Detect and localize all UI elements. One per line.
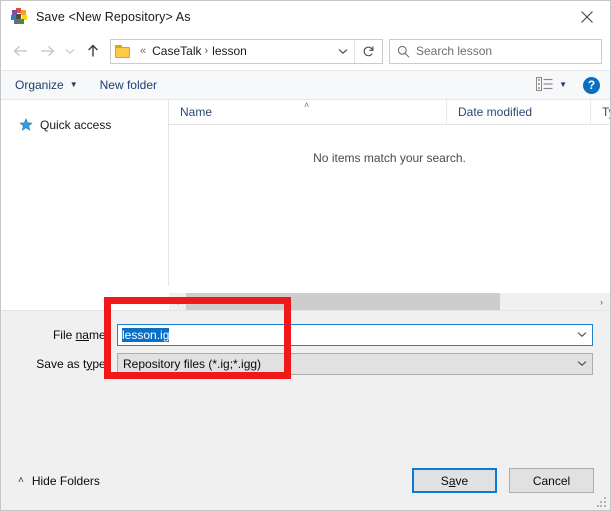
content-area: Quick access Name ˄ Date modified Type N… bbox=[1, 99, 610, 286]
organize-button[interactable]: Organize ▼ bbox=[15, 78, 78, 92]
address-bar[interactable]: « CaseTalk › lesson bbox=[110, 38, 383, 64]
breadcrumb[interactable]: « CaseTalk › lesson bbox=[111, 44, 332, 58]
save-as-type-combobox[interactable]: Repository files (*.ig;*.igg) bbox=[117, 352, 593, 375]
view-options-icon bbox=[536, 76, 553, 94]
folder-icon bbox=[115, 44, 130, 58]
cancel-button[interactable]: Cancel bbox=[509, 468, 594, 493]
file-name-chevron-down-icon[interactable] bbox=[572, 331, 592, 338]
command-bar: Organize ▼ New folder ▼ ? bbox=[1, 70, 610, 100]
dialog-buttons: Sa ve Cancel bbox=[400, 468, 594, 493]
help-button[interactable]: ? bbox=[583, 76, 600, 94]
navigation-bar: « CaseTalk › lesson Search lesson bbox=[1, 32, 610, 70]
search-box[interactable]: Search lesson bbox=[389, 38, 602, 64]
hide-folders-button[interactable]: ˄ Hide Folders bbox=[18, 474, 100, 488]
file-name-label-mnemonic: na bbox=[75, 327, 89, 342]
scrollbar-thumb[interactable] bbox=[186, 293, 500, 310]
chevron-down-icon: ▼ bbox=[69, 80, 78, 89]
scrollbar-track[interactable] bbox=[186, 293, 593, 310]
save-as-type-chevron-down-icon[interactable] bbox=[572, 360, 592, 367]
file-name-row: File name: lesson.ig bbox=[1, 323, 610, 346]
save-as-type-label-pre: Save as t bbox=[36, 356, 87, 371]
file-name-label-post: me: bbox=[88, 327, 109, 342]
breadcrumb-item-casetalk[interactable]: CaseTalk bbox=[151, 44, 202, 58]
title-bar: Save <New Repository> As bbox=[1, 1, 610, 32]
column-header-date-label: Date modified bbox=[458, 104, 533, 119]
horizontal-scrollbar[interactable]: ‹ › bbox=[169, 293, 610, 310]
column-header-name[interactable]: Name ˄ bbox=[169, 100, 446, 125]
resize-grip[interactable] bbox=[597, 497, 607, 507]
hide-folders-label: Hide Folders bbox=[31, 474, 100, 488]
file-name-label: File name: bbox=[1, 328, 117, 342]
organize-label: Organize bbox=[15, 78, 64, 92]
breadcrumb-separator: › bbox=[204, 45, 209, 57]
save-as-dialog: Save <New Repository> As « CaseTalk › le… bbox=[0, 0, 611, 511]
save-as-type-row: Save as type: Repository files (*.ig;*.i… bbox=[1, 352, 610, 375]
new-folder-button[interactable]: New folder bbox=[100, 78, 157, 92]
column-header-type[interactable]: Type bbox=[590, 99, 610, 125]
sidebar-item-quick-access[interactable]: Quick access bbox=[1, 114, 168, 135]
save-label-mnemonic: a bbox=[448, 473, 456, 488]
save-label-pre: S bbox=[440, 473, 449, 488]
breadcrumb-item-lesson[interactable]: lesson bbox=[211, 44, 248, 58]
scroll-right-arrow-icon[interactable]: › bbox=[593, 293, 610, 310]
navigation-pane: Quick access bbox=[1, 100, 169, 286]
save-as-type-label-post: pe: bbox=[92, 356, 109, 371]
view-options-button[interactable]: ▼ bbox=[536, 76, 567, 94]
file-name-label-pre: File bbox=[52, 327, 76, 342]
column-header-name-label: Name bbox=[180, 104, 213, 119]
casetalk-logo-icon bbox=[10, 7, 28, 26]
file-name-selected-text[interactable]: lesson.ig bbox=[122, 327, 170, 342]
scroll-left-arrow-icon[interactable]: ‹ bbox=[169, 293, 186, 310]
column-header-row: Name ˄ Date modified Type bbox=[169, 99, 610, 125]
address-chevron-down-icon[interactable] bbox=[332, 40, 354, 63]
column-header-type-label: Type bbox=[602, 104, 610, 119]
refresh-icon[interactable] bbox=[354, 39, 382, 63]
recent-locations-chevron-down-icon[interactable] bbox=[60, 38, 80, 64]
breadcrumb-overflow[interactable]: « bbox=[135, 45, 151, 57]
save-as-type-label: Save as type: bbox=[1, 357, 117, 371]
empty-state-message: No items match your search. bbox=[313, 151, 466, 165]
chevron-up-icon: ˄ bbox=[18, 475, 24, 486]
view-chevron-down-icon[interactable]: ▼ bbox=[559, 81, 567, 89]
save-as-type-value: Repository files (*.ig;*.igg) bbox=[123, 356, 262, 371]
search-icon bbox=[390, 45, 416, 58]
sidebar-item-label: Quick access bbox=[40, 117, 112, 132]
dialog-footer: ˄ Hide Folders Sa ve Cancel bbox=[1, 400, 610, 510]
file-name-combobox[interactable]: lesson.ig bbox=[117, 323, 593, 346]
sort-ascending-icon: ˄ bbox=[304, 99, 310, 110]
file-name-input[interactable]: lesson.ig bbox=[118, 327, 572, 342]
star-icon bbox=[19, 117, 33, 132]
column-header-date-modified[interactable]: Date modified bbox=[446, 99, 590, 125]
back-button[interactable] bbox=[8, 38, 34, 64]
save-button[interactable]: Sa ve bbox=[412, 468, 497, 493]
window-title: Save <New Repository> As bbox=[36, 9, 191, 24]
save-label-post: ve bbox=[455, 473, 469, 488]
new-folder-label: New folder bbox=[99, 78, 157, 92]
save-form: File name: lesson.ig Save as type: Repos… bbox=[1, 310, 610, 403]
forward-button[interactable] bbox=[34, 38, 60, 64]
up-button[interactable] bbox=[80, 38, 106, 64]
file-list-pane[interactable]: Name ˄ Date modified Type No items match… bbox=[169, 99, 610, 286]
search-input[interactable]: Search lesson bbox=[416, 44, 492, 58]
close-icon[interactable] bbox=[564, 1, 610, 32]
